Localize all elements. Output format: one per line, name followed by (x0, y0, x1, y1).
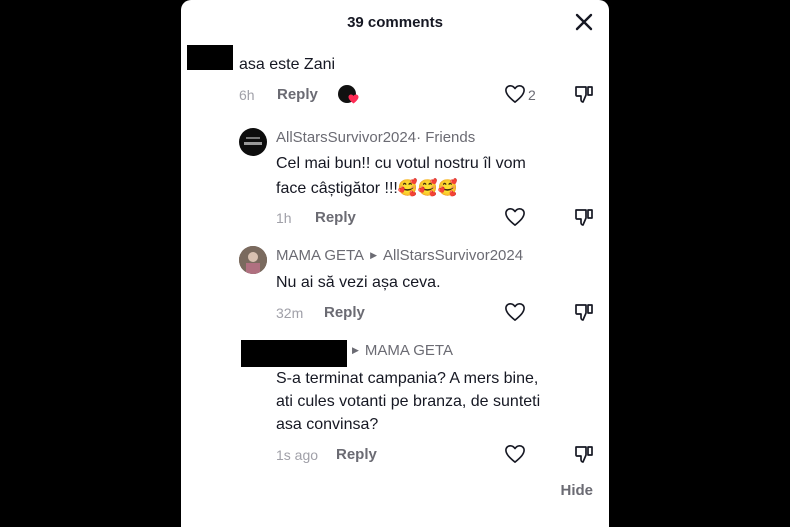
reply-to-name: AllStarsSurvivor2024 (383, 247, 524, 264)
author-name: MAMA GETA (276, 247, 365, 264)
avatar[interactable] (239, 246, 267, 274)
comment-text-line: asa convinsa? (276, 416, 379, 433)
dislike-icon[interactable] (574, 302, 594, 322)
like-heart-icon[interactable] (504, 207, 526, 227)
comment-timestamp: 32m (276, 305, 304, 321)
avatar-logo-icon (244, 137, 262, 145)
comment-text: Nu ai să vezi așa ceva. (276, 274, 441, 291)
comment-text-fragment: face câștigător !!! (276, 180, 398, 197)
comment-author[interactable]: ▶ MAMA GETA (352, 342, 453, 359)
heart-icon (348, 94, 359, 104)
comment-text-line: ati cules votanti pe branza, de sunteti (276, 393, 541, 410)
author-name: AllStarsSurvivor2024 (276, 129, 417, 146)
reply-arrow-icon: ▶ (370, 250, 377, 260)
dislike-icon[interactable] (574, 84, 594, 104)
reply-button[interactable]: Reply (277, 86, 318, 103)
dislike-icon[interactable] (574, 207, 594, 227)
reply-button[interactable]: Reply (324, 304, 365, 321)
close-icon[interactable] (575, 13, 593, 31)
comment-author[interactable]: AllStarsSurvivor2024 · Friends (276, 129, 475, 146)
reply-arrow-icon: ▶ (352, 345, 359, 355)
friends-badge: · Friends (416, 129, 476, 146)
comments-panel: 39 comments asa este Zani 6h Reply 2 All… (181, 0, 609, 527)
like-heart-icon[interactable] (504, 444, 526, 464)
dislike-icon[interactable] (574, 444, 594, 464)
comment-text-line: Cel mai bun!! cu votul nostru îl vom (276, 155, 526, 172)
comment-text-line: face câștigător !!!🥰🥰🥰 (276, 176, 458, 201)
hide-replies-button[interactable]: Hide (560, 482, 593, 499)
reply-button[interactable]: Reply (315, 209, 356, 226)
avatar[interactable] (239, 128, 267, 156)
redacted-avatar (187, 45, 233, 70)
comment-author[interactable]: MAMA GETA ▶ AllStarsSurvivor2024 (276, 247, 523, 264)
comment-timestamp: 1s ago (276, 447, 319, 463)
comment-text-line: S-a terminat campania? A mers bine, (276, 370, 539, 387)
like-heart-icon[interactable] (504, 302, 526, 322)
comments-count-title: 39 comments (347, 14, 443, 31)
emoji-group: 🥰🥰🥰 (397, 180, 458, 197)
reply-to-name: MAMA GETA (364, 342, 453, 359)
comment-text: asa este Zani (239, 56, 336, 73)
avatar-photo-icon (239, 246, 267, 274)
comment-timestamp: 1h (276, 210, 292, 226)
reply-button[interactable]: Reply (336, 446, 377, 463)
comment-timestamp: 6h (239, 87, 255, 103)
creator-liked-badge (338, 85, 360, 105)
like-heart-icon[interactable] (504, 84, 526, 104)
redacted-author (241, 340, 347, 367)
like-count: 2 (528, 87, 536, 103)
